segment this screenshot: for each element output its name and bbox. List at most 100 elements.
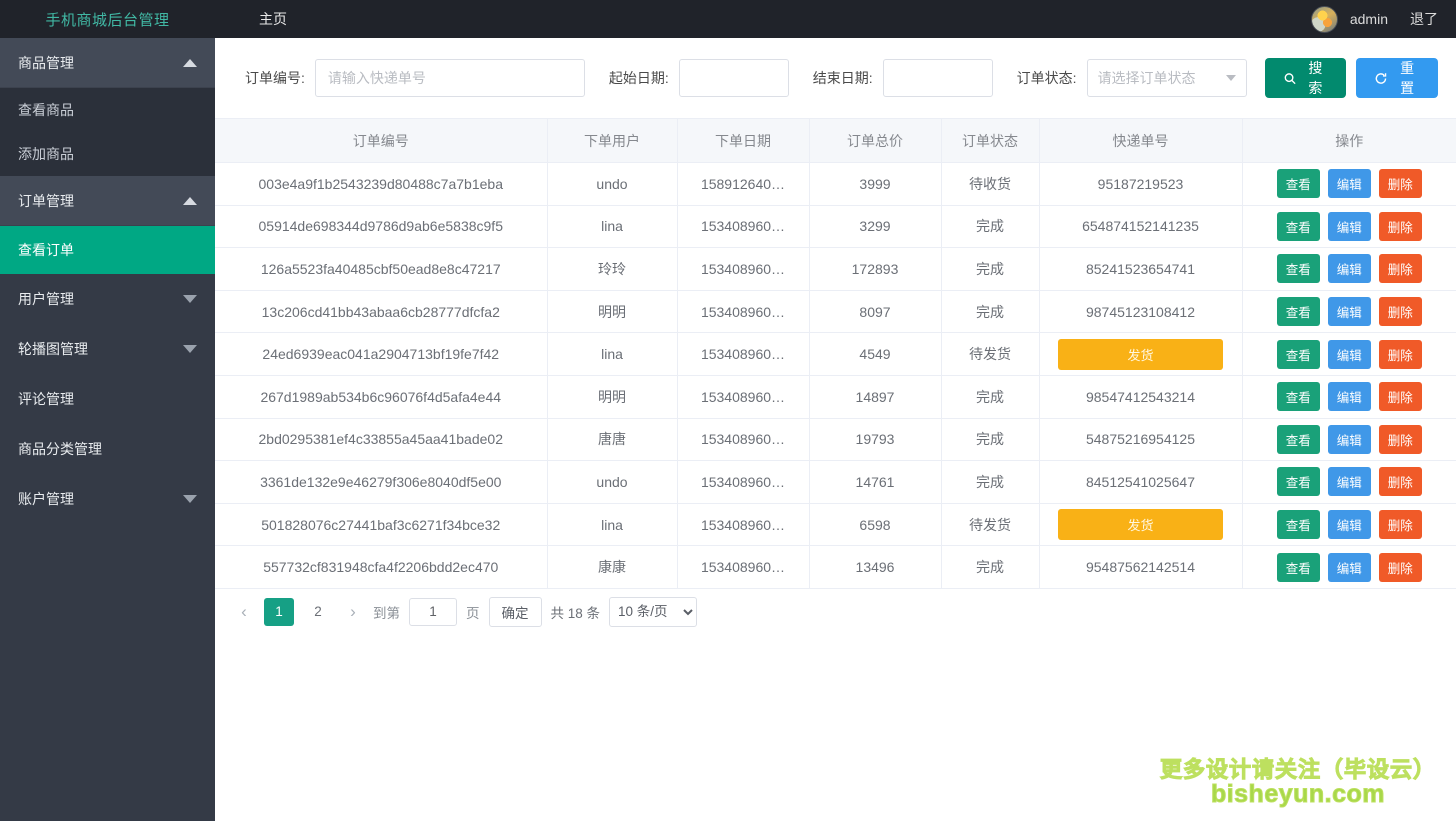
cell-date: 153408960… bbox=[677, 205, 810, 249]
sidebar-group-products[interactable]: 商品管理 bbox=[0, 38, 215, 88]
view-button[interactable]: 查看 bbox=[1276, 552, 1320, 582]
cell-user: lina bbox=[547, 332, 678, 376]
pagination-page-2[interactable]: 2 bbox=[303, 598, 333, 626]
delete-button[interactable]: 删除 bbox=[1378, 297, 1422, 327]
cell-actions: 查看 编辑 删除 bbox=[1242, 290, 1456, 334]
page-size-select[interactable]: 10 条/页20 条/页50 条/页100 条/页 bbox=[609, 596, 698, 627]
ship-button[interactable]: 发货 bbox=[1058, 509, 1223, 541]
delete-button[interactable]: 删除 bbox=[1378, 552, 1422, 582]
view-button[interactable]: 查看 bbox=[1276, 297, 1320, 327]
cell-total: 13496 bbox=[809, 545, 942, 589]
sidebar-group-accounts[interactable]: 账户管理 bbox=[0, 474, 215, 524]
sidebar-item-view-orders[interactable]: 查看订单 bbox=[0, 226, 215, 274]
chevron-down-icon bbox=[1225, 75, 1236, 81]
col-header-user: 下单用户 bbox=[547, 118, 678, 163]
edit-button[interactable]: 编辑 bbox=[1327, 211, 1371, 241]
edit-button[interactable]: 编辑 bbox=[1327, 510, 1371, 540]
sidebar-group-orders[interactable]: 订单管理 bbox=[0, 176, 215, 226]
cell-user: 唐唐 bbox=[547, 418, 678, 462]
start-date-input[interactable] bbox=[678, 59, 789, 97]
delete-button[interactable]: 删除 bbox=[1378, 510, 1422, 540]
sidebar-item-comments[interactable]: 评论管理 bbox=[0, 374, 215, 424]
delete-button[interactable]: 删除 bbox=[1378, 169, 1422, 199]
col-header-date: 下单日期 bbox=[677, 118, 810, 163]
edit-button[interactable]: 编辑 bbox=[1327, 169, 1371, 199]
sidebar-item-view-products[interactable]: 查看商品 bbox=[0, 88, 215, 132]
delete-button[interactable]: 删除 bbox=[1378, 254, 1422, 284]
reset-button[interactable]: 重置 bbox=[1356, 58, 1438, 98]
row-action-group: 查看 编辑 删除 bbox=[1244, 552, 1456, 582]
sidebar-item-categories[interactable]: 商品分类管理 bbox=[0, 424, 215, 474]
logout-button[interactable]: 退了 bbox=[1410, 9, 1438, 29]
cell-date: 153408960… bbox=[677, 290, 810, 334]
edit-button[interactable]: 编辑 bbox=[1327, 382, 1371, 412]
watermark-line-2: bisheyun.com bbox=[1210, 779, 1386, 808]
end-date-input[interactable] bbox=[882, 59, 993, 97]
caret-down-icon bbox=[183, 345, 197, 353]
caret-down-icon bbox=[183, 495, 197, 503]
view-button[interactable]: 查看 bbox=[1276, 339, 1320, 369]
sidebar-item-label: 查看订单 bbox=[18, 242, 74, 258]
cell-actions: 查看 编辑 删除 bbox=[1242, 418, 1456, 462]
edit-button[interactable]: 编辑 bbox=[1327, 552, 1371, 582]
edit-button[interactable]: 编辑 bbox=[1327, 297, 1371, 327]
table-row: 557732cf831948cfa4f2206bdd2ec470 康康 153408… bbox=[215, 545, 1456, 589]
sidebar-submenu-products: 查看商品 添加商品 bbox=[0, 88, 215, 176]
cell-express: 85241523654741 bbox=[1039, 247, 1243, 291]
sidebar-group-users[interactable]: 用户管理 bbox=[0, 274, 215, 324]
sidebar-item-label: 添加商品 bbox=[18, 146, 74, 162]
cell-express: 654874152141235 bbox=[1039, 205, 1243, 249]
sidebar-group-label: 用户管理 bbox=[18, 291, 74, 307]
cell-order-no: 557732cf831948cfa4f2206bdd2ec470 bbox=[215, 545, 548, 589]
jump-prefix-label: 到第 bbox=[373, 605, 400, 621]
jump-confirm-button[interactable]: 确定 bbox=[488, 596, 542, 627]
cell-status: 完成 bbox=[941, 460, 1040, 504]
avatar[interactable] bbox=[1310, 5, 1338, 33]
edit-button[interactable]: 编辑 bbox=[1327, 424, 1371, 454]
pagination-next-button[interactable]: › bbox=[342, 599, 364, 625]
sidebar-group-carousel[interactable]: 轮播图管理 bbox=[0, 324, 215, 374]
search-filter-bar: 订单编号: 起始日期: 结束日期: 订单状态: 请选择订单状态 搜索 bbox=[215, 38, 1456, 118]
watermark-line-1: 更多设计请关注（毕设云） bbox=[1159, 756, 1436, 782]
cell-express: 发货 bbox=[1039, 332, 1243, 376]
order-status-select[interactable]: 请选择订单状态 bbox=[1086, 59, 1247, 97]
view-button[interactable]: 查看 bbox=[1276, 211, 1320, 241]
search-icon bbox=[1284, 72, 1296, 84]
ship-button[interactable]: 发货 bbox=[1058, 338, 1223, 370]
edit-button[interactable]: 编辑 bbox=[1327, 467, 1371, 497]
delete-button[interactable]: 删除 bbox=[1378, 339, 1422, 369]
view-button[interactable]: 查看 bbox=[1276, 467, 1320, 497]
order-no-input[interactable] bbox=[314, 59, 585, 97]
view-button[interactable]: 查看 bbox=[1276, 382, 1320, 412]
delete-button[interactable]: 删除 bbox=[1378, 467, 1422, 497]
end-date-label: 结束日期: bbox=[812, 70, 873, 86]
edit-button[interactable]: 编辑 bbox=[1327, 254, 1371, 284]
cell-express: 发货 bbox=[1039, 503, 1243, 547]
delete-button[interactable]: 删除 bbox=[1378, 382, 1422, 412]
view-button[interactable]: 查看 bbox=[1276, 254, 1320, 284]
sidebar-group-label: 订单管理 bbox=[18, 192, 74, 209]
table-row: 501828076c27441baf3c6271f34bce32 lina 1534… bbox=[215, 503, 1456, 547]
cell-user: undo bbox=[547, 460, 678, 504]
delete-button[interactable]: 删除 bbox=[1378, 211, 1422, 241]
caret-up-icon bbox=[183, 58, 197, 67]
cell-actions: 查看 编辑 删除 bbox=[1242, 247, 1456, 291]
cell-total: 3999 bbox=[809, 162, 942, 206]
cell-express: 98547412543214 bbox=[1039, 375, 1243, 419]
cell-actions: 查看 编辑 删除 bbox=[1242, 332, 1456, 376]
pagination-prev-button[interactable]: ‹ bbox=[233, 599, 255, 625]
view-button[interactable]: 查看 bbox=[1276, 424, 1320, 454]
sidebar-item-add-product[interactable]: 添加商品 bbox=[0, 132, 215, 176]
edit-button[interactable]: 编辑 bbox=[1327, 339, 1371, 369]
pagination: ‹ 1 2 › 到第 页 确定 共 18 条 10 条/页20 条/页50 条/… bbox=[215, 589, 1456, 635]
pagination-page-1[interactable]: 1 bbox=[264, 597, 294, 626]
nav-item-home[interactable]: 主页 bbox=[259, 9, 287, 29]
cell-date: 153408960… bbox=[677, 503, 810, 547]
cell-user: 玲玲 bbox=[547, 247, 678, 291]
search-button[interactable]: 搜索 bbox=[1264, 58, 1347, 98]
jump-page-input[interactable] bbox=[409, 597, 457, 626]
view-button[interactable]: 查看 bbox=[1276, 510, 1320, 540]
view-button[interactable]: 查看 bbox=[1276, 169, 1320, 199]
cell-actions: 查看 编辑 删除 bbox=[1242, 162, 1456, 206]
delete-button[interactable]: 删除 bbox=[1378, 424, 1422, 454]
